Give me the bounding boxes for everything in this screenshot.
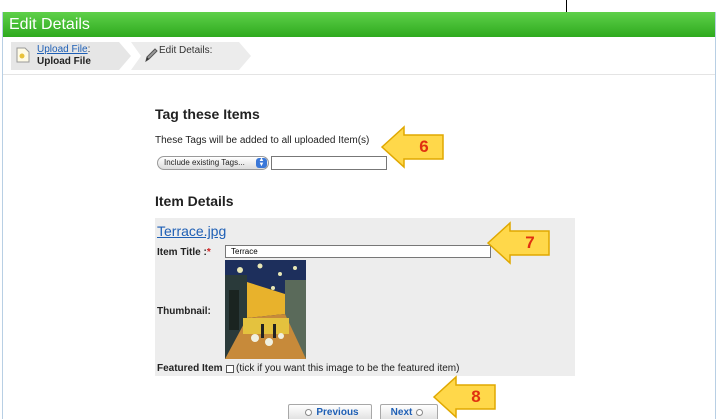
wizard-steps: Upload File: Upload File Edit Details: [3, 37, 715, 75]
previous-button[interactable]: Previous [288, 404, 372, 419]
upload-file-link[interactable]: Upload File [37, 44, 88, 55]
previous-label: Previous [316, 407, 359, 418]
item-details-heading: Item Details [155, 193, 234, 209]
tag-mode-value: Include existing Tags... [164, 158, 245, 167]
required-mark: * [206, 247, 211, 258]
window-title: Edit Details [3, 12, 715, 37]
item-title-label: Item Title :* [157, 247, 211, 258]
file-name-link[interactable]: Terrace.jpg [157, 223, 226, 239]
edit-details-step-label: Edit Details: [159, 45, 213, 56]
item-title-input[interactable]: Terrace [225, 245, 491, 258]
callout-8: 8 [432, 374, 498, 419]
featured-item-label: Featured Item [157, 363, 223, 374]
previous-circle-icon [305, 409, 313, 416]
callout-7: 7 [486, 220, 552, 266]
next-circle-icon [416, 409, 424, 416]
thumbnail-label: Thumbnail: [157, 306, 211, 317]
tag-description: These Tags will be added to all uploaded… [155, 135, 370, 146]
callout-8-number: 8 [471, 387, 481, 406]
next-button[interactable]: Next [380, 404, 438, 419]
item-title-label-text: Item Title : [157, 247, 207, 258]
select-arrows-icon: ▲ ▼ [256, 157, 267, 168]
tag-mode-select[interactable]: Include existing Tags... ▲ ▼ [157, 156, 269, 170]
callout-6-number: 6 [419, 137, 429, 156]
thumbnail-image [225, 260, 306, 359]
pencil-icon [145, 48, 158, 63]
upload-file-step-label: Upload File [37, 56, 91, 67]
next-label: Next [390, 407, 413, 418]
callout-6: 6 [380, 124, 446, 170]
step-colon: : [87, 44, 91, 55]
featured-item-checkbox[interactable] [226, 365, 234, 373]
edit-details-window: Edit Details Upload File: Upload File Ed… [2, 12, 716, 419]
wizard-step-upload-file[interactable]: Upload File: Upload File [11, 42, 131, 70]
document-icon [16, 47, 30, 63]
wizard-step-edit-details: Edit Details: [131, 42, 251, 70]
callout-7-number: 7 [525, 233, 535, 252]
featured-item-hint: (tick if you want this image to be the f… [236, 363, 460, 374]
tag-input[interactable] [271, 156, 387, 170]
tag-heading: Tag these Items [155, 106, 260, 122]
